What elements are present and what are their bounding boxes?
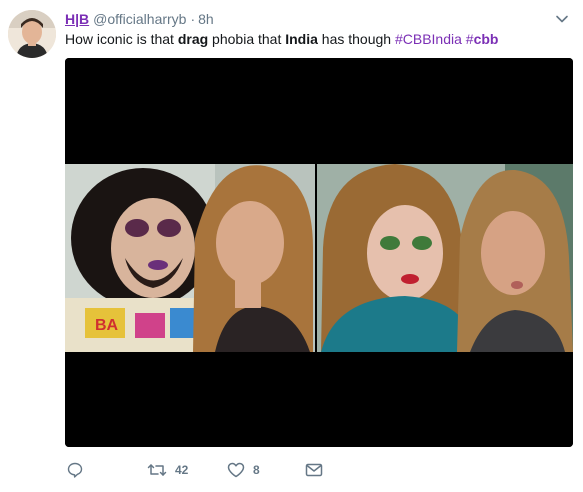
- separator-dot: ·: [190, 11, 196, 27]
- tweet-text-bold: India: [285, 31, 318, 47]
- chevron-down-icon[interactable]: [555, 12, 569, 26]
- retweet-icon: [147, 464, 167, 476]
- heart-icon: [227, 462, 245, 478]
- tweet-header: H|B @officialharryb · 8h: [65, 9, 553, 29]
- timestamp[interactable]: 8h: [198, 11, 214, 27]
- media-image: BA: [65, 58, 573, 447]
- envelope-icon: [305, 463, 323, 477]
- retweet-count: 42: [175, 463, 189, 477]
- hashtag-cbb[interactable]: #cbb: [466, 31, 499, 47]
- display-name[interactable]: H|B: [65, 11, 89, 27]
- tweet-text-part: has though: [317, 31, 395, 47]
- svg-text:BA: BA: [95, 317, 119, 334]
- tweet-text-bold: drag: [177, 31, 209, 47]
- avatar-image: [8, 10, 56, 58]
- photo-left: BA: [65, 164, 315, 352]
- tweet-actions: 42 8: [65, 458, 485, 482]
- hashtag-bold: cbb: [473, 31, 499, 47]
- tweet-media[interactable]: BA: [65, 58, 573, 447]
- tweet-text-part: How iconic is that: [65, 31, 178, 47]
- like-count: 8: [253, 463, 260, 477]
- tweet-text: How iconic is that drag phobia that Indi…: [65, 29, 563, 49]
- tweet: H|B @officialharryb · 8h How iconic is t…: [0, 0, 583, 492]
- avatar[interactable]: [8, 10, 56, 58]
- hashtag-cbbindia[interactable]: #CBBIndia: [395, 31, 462, 47]
- direct-message-button[interactable]: [305, 458, 323, 482]
- user-handle[interactable]: @officialharryb: [93, 11, 186, 27]
- retweet-button[interactable]: 42: [147, 458, 188, 482]
- reply-button[interactable]: [67, 458, 83, 482]
- like-button[interactable]: 8: [227, 458, 260, 482]
- hashtag-prefix: #: [465, 31, 474, 47]
- reply-icon: [67, 462, 83, 478]
- photo-right: [317, 164, 573, 352]
- tweet-text-part: phobia that: [208, 31, 286, 47]
